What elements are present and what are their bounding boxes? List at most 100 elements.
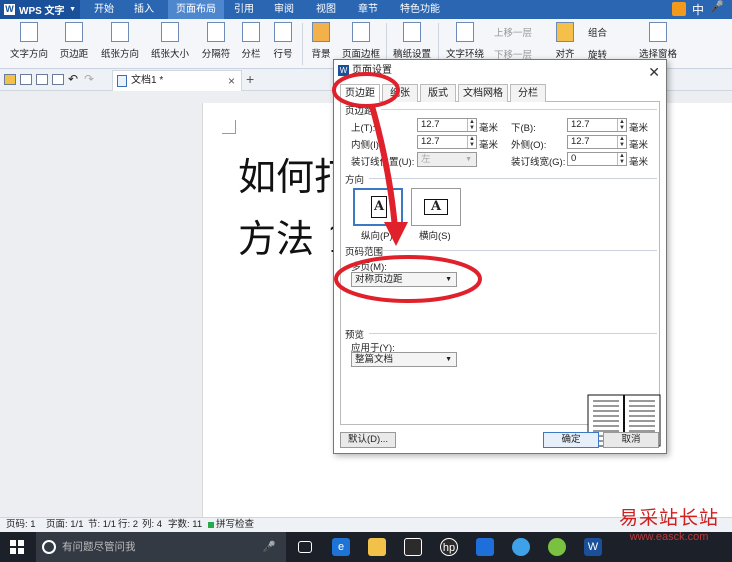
close-tab-icon[interactable]: × — [228, 71, 235, 91]
paw-icon[interactable] — [672, 2, 686, 16]
text-direction-button[interactable]: 文字方向 — [6, 22, 52, 66]
redo-icon[interactable]: ↷ — [84, 72, 94, 86]
menu-view[interactable]: 视图 — [310, 0, 342, 19]
ok-button[interactable]: 确定 — [543, 432, 599, 448]
landscape-option[interactable]: A — [411, 188, 461, 226]
unit-label[interactable]: 毫米 — [479, 120, 498, 134]
tab-paper[interactable]: 纸张 — [382, 84, 418, 102]
browser-icon[interactable] — [512, 538, 530, 556]
spin-arrows-icon[interactable]: ▲ ▼ — [617, 119, 626, 131]
group-button[interactable]: 组合 — [588, 25, 607, 39]
open-icon[interactable] — [4, 74, 16, 85]
inner-margin-label: 内侧(I): — [351, 140, 382, 151]
cancel-button[interactable]: 取消 — [603, 432, 659, 448]
margins-icon — [65, 22, 83, 42]
spell-check-button[interactable]: 拼写检查 — [216, 518, 254, 532]
edge-icon[interactable]: e — [332, 538, 350, 556]
portrait-label[interactable]: 纵向(P) — [361, 228, 393, 242]
spin-arrows-icon[interactable]: ▲ ▼ — [467, 136, 476, 148]
multi-pages-select[interactable]: 对称页边距 ▼ — [351, 272, 457, 287]
mic-icon[interactable]: 🎤 — [263, 532, 276, 562]
search-placeholder: 有问题尽管问我 — [62, 541, 136, 553]
columns-icon — [242, 22, 260, 42]
dialog-title-bar: W 页面设置 ✕ — [334, 60, 666, 82]
add-tab-icon[interactable]: + — [246, 71, 254, 87]
spin-arrows-icon[interactable]: ▲ ▼ — [467, 119, 476, 131]
preview-icon[interactable] — [52, 74, 64, 85]
windows-start-icon[interactable] — [10, 540, 24, 554]
wps-taskbar-icon[interactable]: W — [584, 538, 602, 556]
app-icon[interactable] — [476, 538, 494, 556]
divider — [369, 178, 657, 179]
document-icon — [117, 75, 127, 87]
store-icon[interactable] — [404, 538, 422, 556]
close-icon[interactable]: ✕ — [648, 61, 660, 83]
inner-margin-input[interactable]: 12.7 ▲ ▼ — [417, 135, 477, 149]
chevron-down-icon: ▼ — [69, 6, 76, 13]
background-button[interactable]: 背景 — [306, 22, 336, 66]
spin-arrows-icon[interactable]: ▲ ▼ — [617, 136, 626, 148]
line-numbers-button[interactable]: 行号 — [268, 22, 298, 66]
unit-label[interactable]: 毫米 — [479, 137, 498, 151]
default-button[interactable]: 默认(D)... — [340, 432, 396, 448]
save-icon[interactable] — [20, 74, 32, 85]
section-orientation: 方向 — [345, 175, 365, 186]
spell-check-icon — [208, 522, 214, 528]
wps-app-button[interactable]: W WPS 文字 ▼ — [0, 0, 80, 19]
menu-home[interactable]: 开始 — [88, 0, 120, 19]
menu-chapter[interactable]: 章节 — [352, 0, 384, 19]
undo-icon[interactable]: ↶ — [68, 72, 78, 86]
top-margin-label: 上(T): — [351, 123, 376, 134]
menu-page-layout[interactable]: 页面布局 — [168, 0, 224, 19]
hp-icon[interactable]: hp — [440, 538, 458, 556]
menu-references[interactable]: 引用 — [228, 0, 260, 19]
breaks-button[interactable]: 分隔符 — [196, 22, 236, 66]
print-icon[interactable] — [36, 74, 48, 85]
page-border-icon — [352, 22, 370, 42]
unit-label[interactable]: 毫米 — [629, 137, 648, 151]
top-margin-input[interactable]: 12.7 ▲ ▼ — [417, 118, 477, 132]
gutter-width-input[interactable]: 0 ▲ ▼ — [567, 152, 627, 166]
menu-review[interactable]: 审阅 — [268, 0, 300, 19]
gutter-position-select[interactable]: 左 ▼ — [417, 152, 477, 167]
menu-features[interactable]: 特色功能 — [394, 0, 446, 19]
menu-insert[interactable]: 插入 — [128, 0, 160, 19]
spin-arrows-icon[interactable]: ▲ ▼ — [617, 153, 626, 165]
tab-margins[interactable]: 页边距 — [340, 84, 380, 103]
unit-label[interactable]: 毫米 — [629, 120, 648, 134]
tab-columns[interactable]: 分栏 — [510, 84, 546, 102]
status-pages: 页面: 1/1 — [46, 519, 84, 530]
file-explorer-icon[interactable] — [368, 538, 386, 556]
tab-doc-grid[interactable]: 文档网格 — [458, 84, 508, 102]
wps-logo-icon: W — [4, 4, 15, 15]
selection-pane-icon — [649, 22, 667, 42]
columns-button[interactable]: 分栏 — [236, 22, 266, 66]
status-section: 节: 1/1 — [88, 519, 116, 530]
orientation-button[interactable]: 纸张方向 — [96, 22, 144, 66]
taskbar-search[interactable]: 有问题尽管问我 🎤 — [36, 532, 286, 562]
status-column: 列: 4 — [142, 519, 163, 530]
ime-indicator[interactable]: 中 — [692, 1, 704, 18]
gutter-width-label: 装订线宽(G): — [511, 157, 566, 168]
margins-button[interactable]: 页边距 — [54, 22, 94, 66]
outer-margin-input[interactable]: 12.7 ▲ ▼ — [567, 135, 627, 149]
landscape-label[interactable]: 横向(S) — [419, 228, 451, 242]
unit-label[interactable]: 毫米 — [629, 154, 648, 168]
bottom-margin-input[interactable]: 12.7 ▲ ▼ — [567, 118, 627, 132]
cortana-icon — [42, 540, 56, 554]
bring-forward-button[interactable]: 上移一层 — [494, 25, 532, 39]
portrait-icon: A — [371, 196, 387, 218]
security-icon[interactable] — [548, 538, 566, 556]
divider — [381, 250, 657, 251]
tab-layout[interactable]: 版式 — [420, 84, 456, 102]
task-view-icon[interactable] — [298, 541, 312, 553]
tab-document-label: 文档1 * — [131, 75, 164, 86]
section-preview: 预览 — [345, 330, 365, 341]
portrait-option[interactable]: A — [353, 188, 403, 226]
paper-size-button[interactable]: 纸张大小 — [146, 22, 194, 66]
mic-icon[interactable]: 🎤 — [710, 0, 724, 13]
tab-document[interactable]: 文档1 * × — [112, 70, 242, 91]
wps-logo-icon: W — [338, 65, 349, 76]
section-margins: 页边距 — [345, 106, 374, 117]
apply-to-select[interactable]: 整篇文档 ▼ — [351, 352, 457, 367]
